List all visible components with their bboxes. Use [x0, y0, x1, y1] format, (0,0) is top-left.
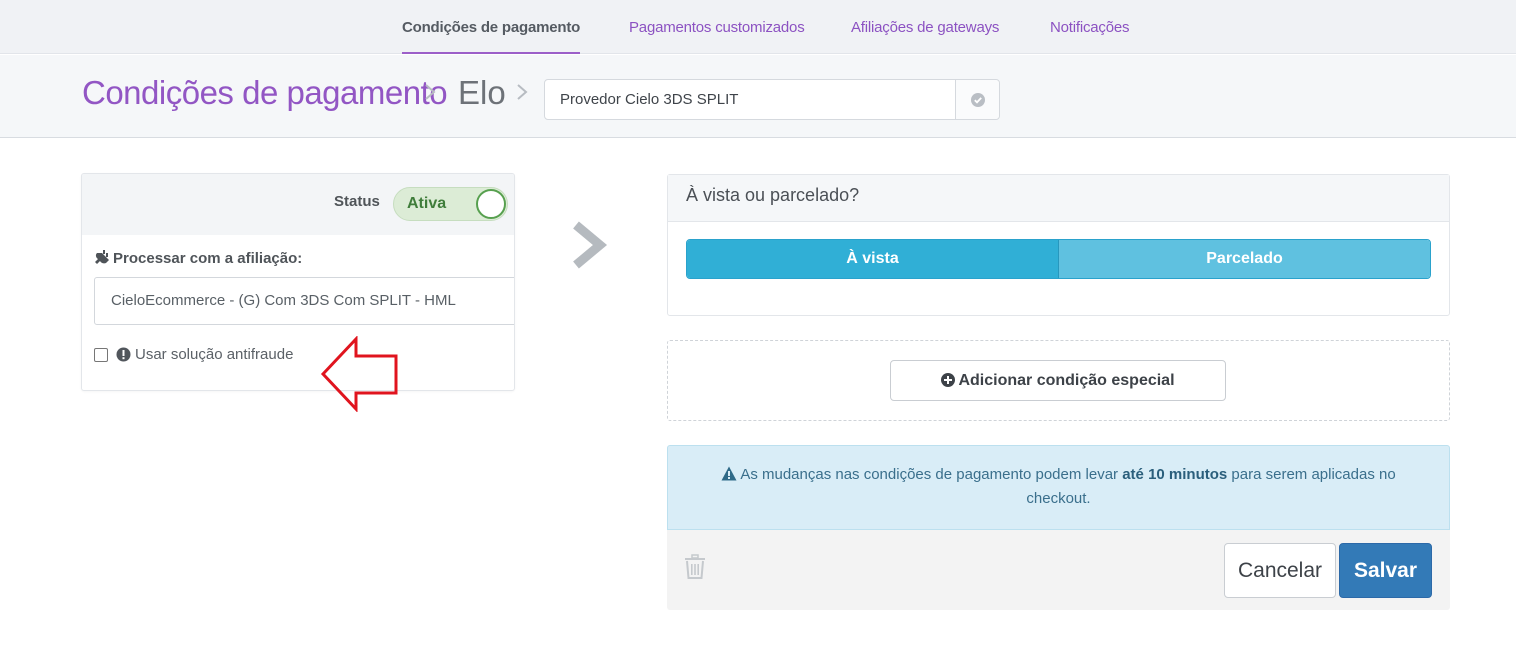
- info-alert: As mudanças nas condições de pagamento p…: [667, 445, 1450, 530]
- payment-type-toggle: À vista Parcelado: [686, 239, 1431, 279]
- option-parcelado[interactable]: Parcelado: [1059, 240, 1430, 278]
- chevron-right-icon: [573, 221, 608, 269]
- provider-value: Provedor Cielo 3DS SPLIT: [560, 91, 739, 108]
- toggle-knob: [476, 189, 506, 219]
- check-circle-icon: [970, 92, 985, 107]
- status-header: Status Ativa: [82, 174, 514, 235]
- tab-custom-payments[interactable]: Pagamentos customizados: [629, 0, 805, 54]
- exclamation-circle-icon: [116, 347, 131, 362]
- provider-check-addon[interactable]: [955, 80, 999, 119]
- provider-input[interactable]: Provedor Cielo 3DS SPLIT: [544, 79, 1000, 120]
- status-label: Status: [334, 193, 380, 210]
- plug-icon: [95, 250, 109, 264]
- breadcrumb-item: Elo: [458, 74, 506, 111]
- chevron-right-icon: [425, 84, 436, 100]
- info-text-start: As mudanças nas condições de pagamento p…: [740, 466, 1123, 483]
- payment-type-card: À vista ou parcelado? À vista Parcelado: [667, 174, 1450, 316]
- trash-icon[interactable]: [684, 554, 706, 580]
- special-condition-area: Adicionar condição especial: [667, 340, 1450, 421]
- affiliation-select[interactable]: CieloEcommerce - (G) Com 3DS Com SPLIT -…: [94, 277, 514, 325]
- cancel-button[interactable]: Cancelar: [1224, 543, 1336, 598]
- chevron-right-icon: [517, 84, 528, 100]
- antifraud-option[interactable]: Usar solução antifraude: [94, 346, 293, 363]
- save-button[interactable]: Salvar: [1339, 543, 1432, 598]
- processor-label: Processar com a afiliação:: [94, 249, 302, 267]
- warning-icon: [721, 466, 737, 481]
- status-toggle-label: Ativa: [407, 195, 447, 212]
- red-arrow-annotation: [320, 336, 398, 412]
- payment-type-question: À vista ou parcelado?: [686, 185, 860, 205]
- affiliation-value: CieloEcommerce - (G) Com 3DS Com SPLIT -…: [111, 292, 456, 309]
- processor-label-text: Processar com a afiliação:: [113, 250, 303, 267]
- add-special-condition-button[interactable]: Adicionar condição especial: [890, 360, 1226, 401]
- option-a-vista[interactable]: À vista: [687, 240, 1059, 278]
- antifraud-label: Usar solução antifraude: [135, 346, 294, 363]
- page-header: Condições de pagamento Elo Provedor Ciel…: [0, 55, 1516, 138]
- top-navigation: Condições de pagamento Pagamentos custom…: [0, 0, 1516, 54]
- info-text-bold: até 10 minutos: [1122, 466, 1228, 483]
- tab-gateway-affiliations[interactable]: Afiliações de gateways: [851, 0, 999, 54]
- breadcrumb-title[interactable]: Condições de pagamento: [82, 74, 448, 112]
- form-footer: Cancelar Salvar: [667, 530, 1450, 610]
- affiliation-card: Status Ativa Processar com a afiliação: …: [81, 173, 515, 391]
- add-special-condition-label: Adicionar condição especial: [958, 372, 1175, 389]
- antifraud-checkbox[interactable]: [94, 347, 108, 362]
- plus-circle-icon: [941, 373, 956, 387]
- payment-type-header: À vista ou parcelado?: [668, 175, 1449, 222]
- tab-payment-conditions[interactable]: Condições de pagamento: [402, 0, 580, 54]
- tab-notifications[interactable]: Notificações: [1050, 0, 1130, 54]
- status-toggle[interactable]: Ativa: [393, 187, 508, 221]
